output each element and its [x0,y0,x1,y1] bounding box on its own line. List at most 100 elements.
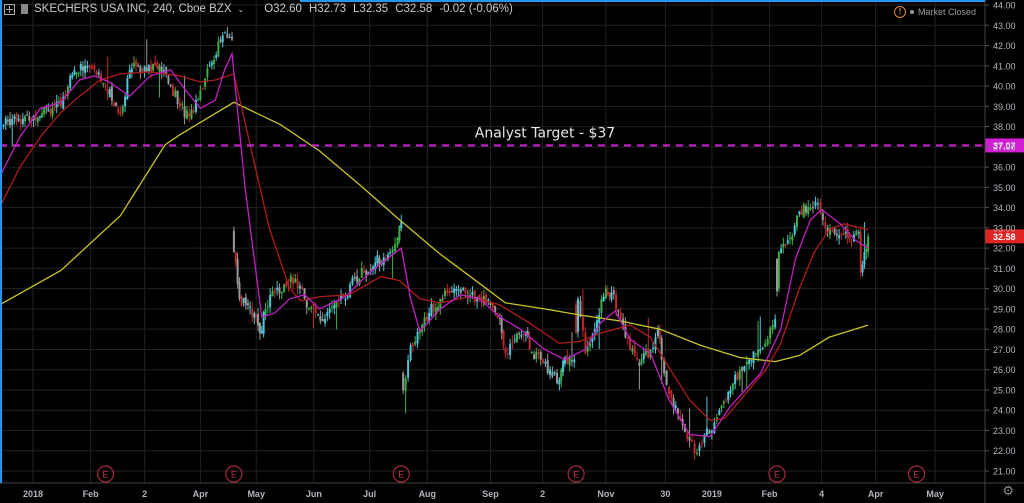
candle-body [791,235,794,241]
candle-body [844,231,847,234]
collapse-icon[interactable] [4,3,15,15]
candle-body [192,110,195,112]
candle-body [73,70,76,75]
candle-body [253,312,256,318]
earnings-marker[interactable]: E [768,465,786,483]
candle-body [301,287,304,289]
candle-body [4,118,7,125]
candle-body [549,369,552,375]
earnings-marker[interactable]: E [96,465,115,483]
candle-body [353,277,356,279]
symbol-title[interactable]: SKECHERS USA INC, 240, Cboe BZX [34,3,232,15]
candle-body [700,442,703,445]
earnings-marker[interactable]: E [392,465,410,483]
candle-body [850,241,853,243]
earnings-marker[interactable]: E [567,465,585,483]
candle-body [369,269,372,271]
candle-body [642,353,645,360]
price-tick-label: 26.00 [993,365,1016,375]
earnings-marker[interactable]: E [225,465,243,483]
candle-body [668,387,671,395]
candle-body [416,332,419,344]
candle-body [522,333,525,336]
candle-body [766,339,769,345]
candle-body [612,290,615,295]
candle-body [688,437,691,441]
earnings-label: E [103,470,109,480]
candle-body [326,312,329,317]
candle-body [283,284,286,292]
candle-body [246,303,249,306]
price-tick-label: 29.00 [993,304,1016,314]
candle-body [81,66,84,71]
candle-body [199,90,202,100]
candle-body [305,299,308,308]
candle-body [443,290,446,297]
candle-body [485,294,488,305]
price-tick-label: 38.00 [993,122,1016,132]
candle-body [752,351,755,364]
candle-body [789,238,792,240]
candle-body [97,72,100,75]
candle-body [55,101,58,108]
candle-body [656,329,659,337]
candle-body [86,65,89,69]
earnings-label: E [573,470,579,480]
candle-body [566,355,569,364]
candle-body [764,343,767,347]
candle-body [119,112,122,115]
candle-body [581,316,584,331]
flag-icon[interactable] [21,4,28,14]
gear-icon[interactable]: ⚙ [1002,483,1014,499]
candle-body [71,74,74,78]
candle-body [143,65,146,72]
candle-body [511,341,514,343]
candle-body [430,304,433,316]
candle-body [515,334,518,343]
candle-body [821,213,824,220]
price-chart[interactable]: Analyst Target - $3737.0732.58 E E E E E E 21… [0,0,1024,503]
candle-body [570,360,573,362]
candle-body [319,316,322,321]
earnings-marker[interactable]: E [907,465,926,483]
candle-body [249,306,252,308]
candle-body [346,296,349,299]
price-tick-label: 42.00 [993,41,1016,51]
candle-body [446,289,449,294]
candle-body [404,378,407,391]
candle-body [344,298,347,301]
candle-body [626,337,629,339]
candle-body [104,85,107,87]
candle-body [102,82,105,85]
candle-body [464,287,467,294]
candle-body [158,65,161,72]
candle-body [156,62,159,69]
candle-body [857,231,860,234]
candle-body [38,116,41,118]
candle-body [513,339,516,341]
candle-body [258,322,261,334]
time-tick-label: 2 [142,489,147,499]
candle-body [221,35,224,43]
candle-body [314,307,317,313]
candle-body [530,352,533,354]
candle-body [278,287,281,293]
price-tick-label: 33.00 [993,223,1016,233]
low-value: L32.35 [353,3,389,15]
market-status[interactable]: ! Market Closed [893,6,976,18]
candle-body [780,248,783,254]
candle-body [551,371,554,377]
candle-body [108,89,111,98]
candles [2,26,870,461]
candle-body [276,287,279,291]
candle-body [693,443,696,454]
candle-body [638,362,641,366]
high-value: H32.73 [308,3,347,15]
candle-body [24,116,27,122]
candle-body [535,351,538,359]
candle-body [759,349,762,352]
candle-body [174,90,177,97]
candle-body [441,298,444,300]
candle-body [865,248,868,253]
chevron-down-icon[interactable]: ⌄ [238,5,245,14]
